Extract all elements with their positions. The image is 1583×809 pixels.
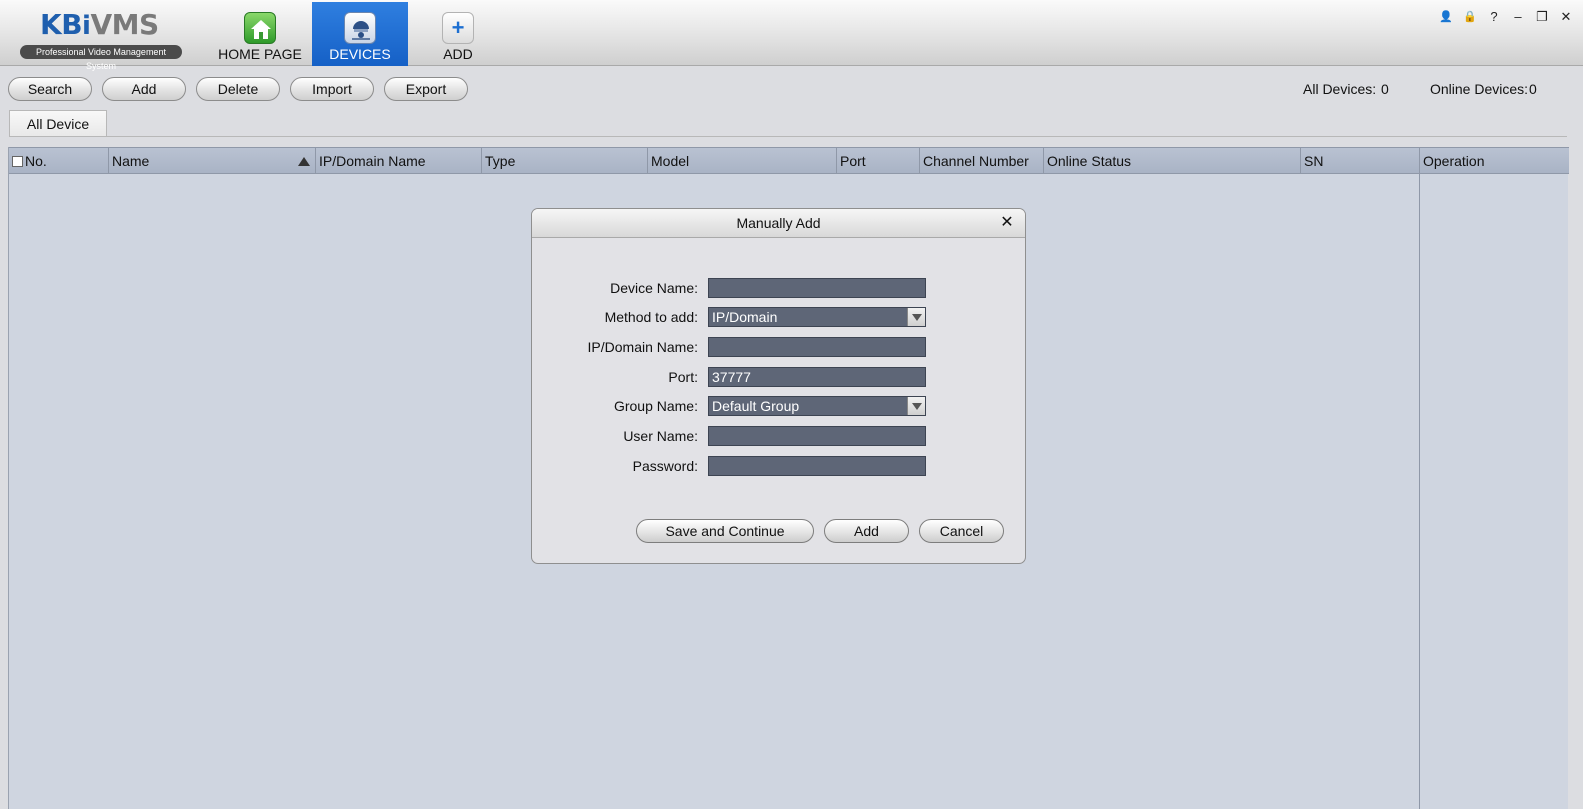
group-select[interactable]: Default Group (708, 396, 926, 416)
logo-kb: KB (40, 8, 83, 41)
column-name[interactable]: Name (109, 148, 316, 174)
column-sn[interactable]: SN (1301, 148, 1420, 174)
nav-home-page[interactable]: HOME PAGE (212, 2, 308, 66)
column-model[interactable]: Model (648, 148, 837, 174)
dialog-title: Manually Add (532, 209, 1025, 238)
camera-icon (344, 12, 376, 44)
tab-all-device[interactable]: All Device (9, 110, 107, 137)
close-icon[interactable]: ✕ (1559, 9, 1573, 25)
operation-column-divider (1419, 174, 1420, 809)
delete-button[interactable]: Delete (196, 77, 280, 101)
cancel-button[interactable]: Cancel (919, 519, 1004, 543)
column-type[interactable]: Type (482, 148, 648, 174)
column-no[interactable]: No. (9, 148, 109, 174)
export-button[interactable]: Export (384, 77, 468, 101)
ip-domain-field[interactable] (708, 337, 926, 357)
password-row: Password: (532, 456, 1025, 476)
method-row: Method to add: IP/Domain (532, 307, 1025, 327)
nav-add[interactable]: + ADD (410, 2, 506, 66)
password-field[interactable] (708, 456, 926, 476)
all-devices-label: All Devices: (1303, 81, 1377, 97)
method-select[interactable]: IP/Domain (708, 307, 926, 327)
add-button[interactable]: Add (102, 77, 186, 101)
logo-subtitle: Professional Video Management System (20, 45, 182, 71)
user-name-row: User Name: (532, 426, 1025, 446)
home-icon (244, 12, 276, 44)
online-devices-label: Online Devices: (1430, 81, 1529, 97)
device-name-label: Device Name: (610, 280, 698, 296)
user-icon[interactable]: 👤 (1439, 9, 1453, 25)
window-controls: 👤 🔒 ? – ❐ ✕ (1439, 9, 1573, 25)
app-logo: KBiVMS Professional Video Management Sys… (18, 6, 184, 71)
sort-ascending-icon (298, 157, 310, 166)
ip-domain-label: IP/Domain Name: (587, 339, 698, 355)
restore-icon[interactable]: ❐ (1535, 9, 1549, 25)
plus-icon: + (442, 12, 474, 44)
port-row: Port: 37777 (532, 367, 1025, 387)
nav-home-label: HOME PAGE (218, 46, 302, 62)
search-button[interactable]: Search (8, 77, 92, 101)
nav-devices-label: DEVICES (329, 46, 391, 62)
chevron-down-icon[interactable] (907, 397, 925, 415)
minimize-icon[interactable]: – (1511, 9, 1525, 25)
dialog-close-icon[interactable]: ✕ (999, 214, 1015, 232)
column-ip-domain[interactable]: IP/Domain Name (316, 148, 482, 174)
column-channel-number[interactable]: Channel Number (920, 148, 1044, 174)
nav-add-label: ADD (443, 46, 473, 62)
nav-devices[interactable]: DEVICES (312, 2, 408, 66)
method-value: IP/Domain (712, 309, 778, 325)
port-field[interactable]: 37777 (708, 367, 926, 387)
device-name-field[interactable] (708, 278, 926, 298)
import-button[interactable]: Import (290, 77, 374, 101)
port-label: Port: (668, 369, 698, 385)
logo-wordmark: KBiVMS (40, 8, 159, 41)
save-and-continue-button[interactable]: Save and Continue (636, 519, 814, 543)
user-name-label: User Name: (623, 428, 698, 444)
tab-divider (9, 136, 1567, 137)
dialog-add-button[interactable]: Add (824, 519, 909, 543)
column-no-label: No. (25, 153, 47, 169)
chevron-down-icon[interactable] (907, 308, 925, 326)
all-devices-count: 0 (1381, 81, 1389, 97)
manually-add-dialog: Manually Add ✕ Device Name: Method to ad… (531, 208, 1026, 564)
user-name-field[interactable] (708, 426, 926, 446)
column-operation[interactable]: Operation (1420, 148, 1569, 174)
top-bar: KBiVMS Professional Video Management Sys… (0, 0, 1583, 71)
column-port[interactable]: Port (837, 148, 920, 174)
ip-domain-row: IP/Domain Name: (532, 337, 1025, 357)
lock-icon[interactable]: 🔒 (1463, 9, 1477, 25)
table-header: No. Name IP/Domain Name Type Model Port … (9, 147, 1569, 174)
method-label: Method to add: (604, 309, 698, 325)
column-name-label: Name (112, 153, 150, 169)
online-devices-count: 0 (1529, 81, 1537, 97)
group-row: Group Name: Default Group (532, 396, 1025, 416)
help-icon[interactable]: ? (1487, 9, 1501, 25)
group-label: Group Name: (613, 398, 698, 414)
select-all-checkbox[interactable] (12, 156, 23, 167)
password-label: Password: (632, 458, 698, 474)
device-name-row: Device Name: (532, 278, 1025, 298)
logo-vms: VMS (90, 8, 159, 41)
group-value: Default Group (712, 398, 800, 414)
column-online-status[interactable]: Online Status (1044, 148, 1301, 174)
